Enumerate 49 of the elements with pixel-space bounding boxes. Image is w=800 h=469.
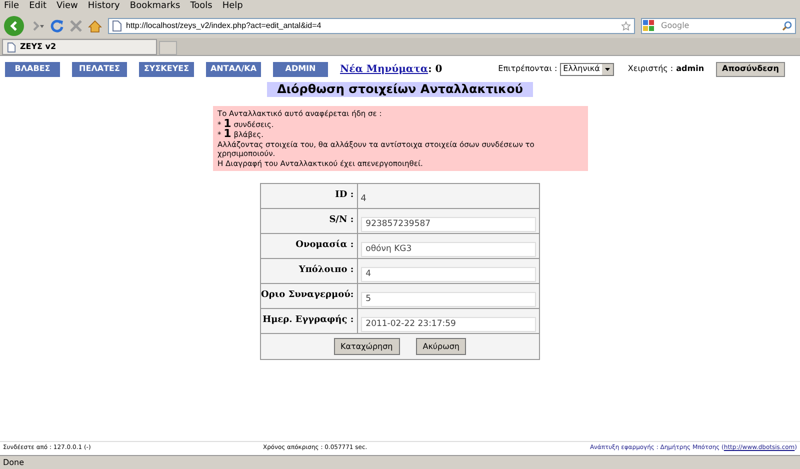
nav-button[interactable]: ΑΝΤΑΛ/ΚΑ: [206, 62, 261, 76]
text-field[interactable]: 4: [360, 266, 536, 282]
browser-tab[interactable]: ΖΕΥΣ v2: [2, 39, 157, 55]
messages-count: : 0: [428, 64, 442, 74]
field-label: Υπόλοιπο :: [260, 258, 358, 284]
menu-item[interactable]: History: [88, 0, 120, 14]
menu-item[interactable]: File: [4, 0, 20, 14]
url-text: http://localhost/zeys_v2/index.php?act=edit_antal&id=4: [126, 20, 322, 32]
address-bar[interactable]: http://localhost/zeys_v2/index.php?act=edit_antal&id=4: [108, 18, 635, 34]
messages-link[interactable]: Νέα Μηνύματα: [340, 64, 428, 74]
page-icon: [112, 20, 122, 32]
text-field[interactable]: 5: [360, 292, 536, 306]
language-label: Επιτρέπονται :: [498, 63, 558, 75]
menu-item[interactable]: Tools: [190, 0, 212, 14]
menu-item[interactable]: Edit: [29, 0, 46, 14]
menu-item[interactable]: Bookmarks: [130, 0, 180, 14]
nav-button[interactable]: ADMIN: [273, 62, 328, 76]
home-icon[interactable]: [88, 20, 102, 32]
text-field[interactable]: 2011-02-22 23:17:59: [360, 316, 536, 332]
nav-button[interactable]: ΠΕΛΑΤΕΣ: [72, 62, 127, 76]
reload-icon[interactable]: [50, 19, 64, 33]
page-icon: [7, 42, 16, 52]
page-title: Διόρθωση στοιχείων Ανταλλακτικού: [267, 82, 533, 97]
field-label: ID :: [260, 184, 358, 208]
language-select[interactable]: Ελληνικά: [560, 62, 614, 76]
nav-button[interactable]: ΣΥΣΚΕΥΕΣ: [139, 62, 194, 76]
field-label: Ονομασία :: [260, 234, 358, 258]
stop-icon[interactable]: [70, 20, 82, 32]
star-icon[interactable]: [621, 21, 631, 31]
menu-item[interactable]: Help: [222, 0, 243, 14]
search-bar[interactable]: Google: [641, 18, 796, 34]
menu-item[interactable]: View: [56, 0, 78, 14]
field-label: S/N :: [260, 208, 358, 234]
user-name: admin: [676, 63, 704, 75]
tab-title: ΖΕΥΣ v2: [20, 41, 56, 53]
field-label: Ημερ. Εγγραφής :: [260, 308, 358, 334]
search-field[interactable]: Google: [661, 20, 779, 32]
field-label: Οριο Συναγερμού:: [260, 284, 358, 308]
search-icon[interactable]: [782, 21, 792, 31]
logout-button[interactable]: Αποσύνδεση: [716, 62, 785, 76]
field-value: 4: [360, 194, 366, 204]
text-field[interactable]: 923857239587: [360, 216, 536, 232]
nav-button[interactable]: ΒΛΑΒΕΣ: [5, 62, 60, 76]
status-text: Done: [3, 456, 24, 468]
form-button[interactable]: Ακύρωση: [416, 338, 466, 355]
back-button[interactable]: [4, 16, 24, 36]
text-field[interactable]: οθόνη KG3: [360, 242, 536, 256]
form-button[interactable]: Καταχώρηση: [334, 338, 400, 355]
user-label: Χειριστής :: [628, 63, 674, 75]
